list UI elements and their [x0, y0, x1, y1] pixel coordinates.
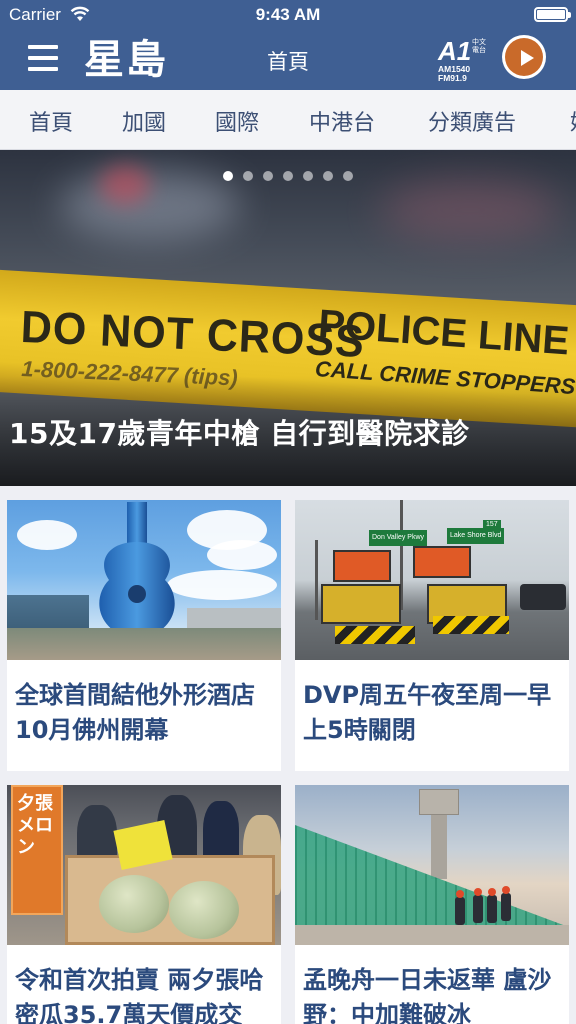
article-title[interactable]: 孟晚舟一日未返華 盧沙野：中加難破冰: [303, 963, 561, 1024]
page-dot[interactable]: [323, 171, 333, 181]
page-dot[interactable]: [343, 171, 353, 181]
article-title[interactable]: DVP周五午夜至周一早上5時關閉: [303, 678, 561, 748]
page-dot[interactable]: [223, 171, 233, 181]
battery-icon: [534, 7, 571, 22]
app-logo[interactable]: 星島: [84, 37, 168, 83]
menu-icon[interactable]: [28, 45, 58, 73]
article-card[interactable]: 全球首間結他外形酒店 10月佛州開幕: [7, 500, 281, 771]
play-icon: [505, 38, 543, 76]
tab-entertainment[interactable]: 娛: [570, 105, 576, 137]
tab-china-hk-taiwan[interactable]: 中港台: [309, 105, 375, 137]
status-bar: Carrier 9:43 AM: [0, 0, 576, 30]
road-sign: Don Valley Pkwy: [369, 530, 428, 546]
road-sign: Lake Shore Blvd: [447, 528, 505, 544]
tab-home[interactable]: 首頁: [29, 105, 73, 137]
page-dot[interactable]: [243, 171, 253, 181]
radio-play-button[interactable]: [502, 35, 546, 79]
radio-brand: A1: [438, 36, 472, 66]
article-thumbnail: [7, 500, 281, 660]
route-number: 157: [483, 520, 501, 530]
radio-fm: FM91.9: [438, 73, 467, 83]
page-dot[interactable]: [283, 171, 293, 181]
hero-carousel[interactable]: DO NOT CROSS POLICE LINE - DO NOT 1-800-…: [0, 150, 576, 486]
nav-bar: 星島 首頁 A1 中文電台 AM1540 FM91.9: [0, 30, 576, 90]
hero-headline[interactable]: 15及17歲青年中槍 自行到醫院求診: [9, 412, 470, 452]
article-title[interactable]: 全球首間結他外形酒店 10月佛州開幕: [15, 678, 273, 748]
article-thumbnail: 夕張メロン: [7, 785, 281, 945]
carousel-page-indicator[interactable]: [0, 166, 576, 181]
article-thumbnail: [295, 785, 569, 945]
tab-canada[interactable]: 加國: [122, 105, 166, 137]
category-tabs: 首頁 加國 國際 中港台 分類廣告 娛: [0, 90, 576, 150]
radio-frequency: AM1540 FM91.9: [438, 65, 470, 83]
tab-classifieds[interactable]: 分類廣告: [428, 105, 516, 137]
radio-chinese-label: 中文電台: [472, 38, 486, 54]
page-dot[interactable]: [263, 171, 273, 181]
article-title[interactable]: 令和首次拍賣 兩夕張哈密瓜35.7萬天價成交: [15, 963, 273, 1024]
article-card[interactable]: 孟晚舟一日未返華 盧沙野：中加難破冰: [295, 785, 569, 1024]
clock: 9:43 AM: [255, 5, 321, 24]
article-card[interactable]: 夕張メロン 令和首次拍賣 兩夕張哈密瓜35.7萬天價成交: [7, 785, 281, 1024]
article-thumbnail: Don Valley Pkwy Lake Shore Blvd 157: [295, 500, 569, 660]
article-card[interactable]: Don Valley Pkwy Lake Shore Blvd 157 DVP周…: [295, 500, 569, 771]
tab-international[interactable]: 國際: [215, 105, 259, 137]
page-dot[interactable]: [303, 171, 313, 181]
banner-text: 夕張メロン: [17, 793, 53, 858]
radio-logo[interactable]: A1 中文電台 AM1540 FM91.9: [436, 37, 496, 83]
